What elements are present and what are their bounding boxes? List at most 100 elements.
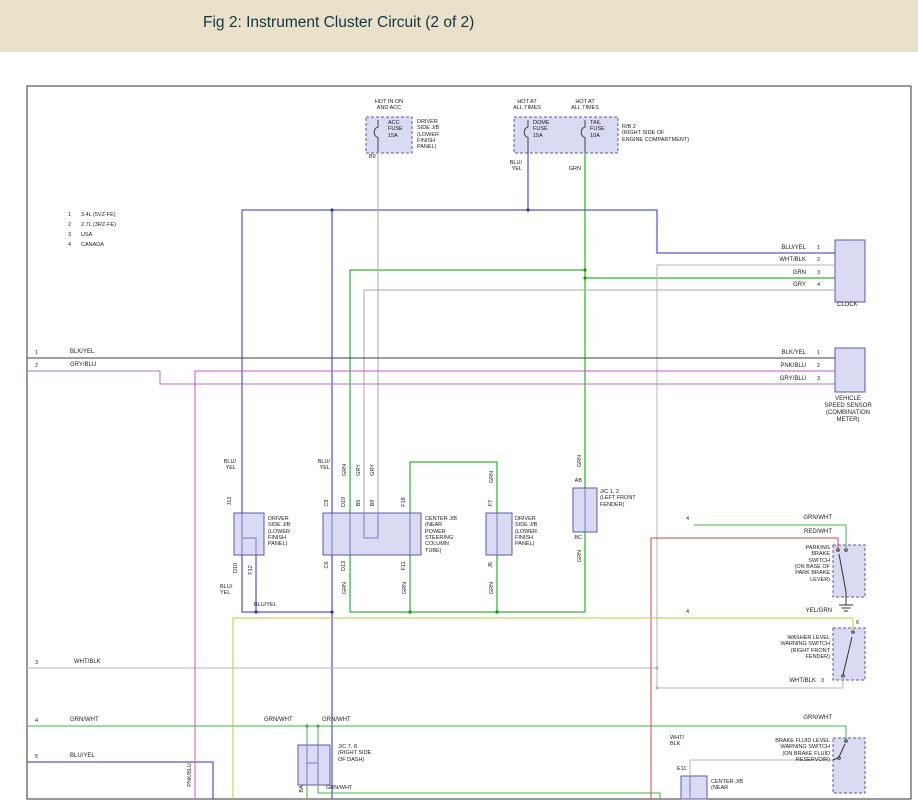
- grnwht-rail-label-2: GRN/WHT: [322, 717, 351, 724]
- bf-label: BRAKE FLUID LEVEL WARNING SWITCH (ON BRA…: [775, 738, 830, 763]
- washer-wire-label: YEL/GRN: [806, 608, 832, 615]
- left-wire-5: BLU/YEL: [70, 753, 95, 760]
- j12-wire-label: BLU/ YEL: [224, 459, 236, 472]
- ground-symbol: [839, 597, 853, 611]
- driver-jb2-box: [486, 513, 512, 555]
- junction-dot: [526, 208, 529, 211]
- left-pin-5: 5: [35, 754, 38, 760]
- legend-text-4: CANADA: [81, 242, 104, 248]
- vss-label: VEHICLE SPEED SENSOR (COMBINATION METER): [824, 396, 871, 424]
- wire-vss-gryblu: [27, 371, 835, 384]
- ba-pin-label: BA: [299, 785, 305, 792]
- junction-dot: [655, 686, 658, 689]
- wire-f18-f7-loop: [410, 462, 497, 513]
- ab-wire-label: GRN: [577, 455, 583, 467]
- washer-option-4: 4: [686, 609, 689, 615]
- left-wire-3: WHT/BLK: [74, 659, 101, 666]
- washer-switch-box: [833, 628, 865, 680]
- junction-dot: [495, 610, 498, 613]
- vss-pin-1: 1: [817, 350, 820, 356]
- left-pin-2: 2: [35, 363, 38, 369]
- hot-tail-label: HOT AT ALL TIMES: [571, 99, 599, 112]
- left-wire-1: BLK/YEL: [70, 349, 94, 356]
- center-jb-label: CENTER J/B (NEAR POWER STEERING COLUMN T…: [425, 516, 457, 554]
- j6-wire-label: GRN: [489, 582, 495, 594]
- j6-pin-label: J6: [488, 562, 494, 568]
- jc12-label: J/C 1, 2 (LEFT FRONT FENDER): [600, 489, 636, 508]
- clock-wire-3: GRN: [793, 270, 806, 277]
- wire-vss-pnkblu: [195, 371, 835, 799]
- acc-jb-label: DRIVER SIDE J/B (LOWER FINISH PANEL): [417, 119, 439, 151]
- c8-wire-label: BLU/ YEL: [318, 459, 330, 472]
- tail-fuse-label: TAIL FUSE 10A: [590, 120, 605, 139]
- grnwht-rail-label-1: GRN/WHT: [264, 717, 293, 724]
- park-wire-label: GRN/WHT: [803, 515, 832, 522]
- center-jb3-box: [681, 776, 707, 799]
- washer-label: WASHER LEVEL WARNING SWITCH (RIGHT FRONT…: [780, 635, 830, 660]
- d13-pin-label: D13: [341, 561, 347, 571]
- jc78-box: [298, 745, 330, 785]
- wire-d19-feed: [350, 270, 585, 513]
- driver-jb2-label: DRIVER SIDE J/B (LOWER FINISH PANEL): [515, 516, 537, 548]
- junction-dot: [330, 208, 333, 211]
- wire-dome-fuse-feed: [242, 152, 528, 513]
- park-wire2-label: RED/WHT: [804, 529, 832, 536]
- left-pin-4: 4: [35, 718, 38, 724]
- grnwht-bottom-label: GRN/WHT: [326, 785, 352, 791]
- legend-num-3: 3: [68, 232, 71, 238]
- f12-pin-label: F12: [248, 565, 254, 574]
- washer-wire2-label: WHT/BLK: [789, 678, 816, 685]
- wire-left5-bluyel: [27, 762, 213, 799]
- hot-acc-label: HOT IN ON AND ACC: [375, 99, 403, 112]
- vss-pin-3: 3: [817, 376, 820, 382]
- wire-whtblk-trunk: [657, 265, 835, 688]
- clock-wire-1: BLU/YEL: [781, 245, 806, 252]
- b5-pin-label: B5: [356, 500, 362, 507]
- clock-pin-1: 1: [817, 245, 820, 251]
- parking-brake-switch-box: [833, 545, 865, 597]
- left-pin-3: 3: [35, 660, 38, 666]
- junction-dot: [330, 610, 333, 613]
- junction-dot: [655, 666, 658, 669]
- washer-pin-6: 6: [856, 620, 859, 626]
- junction-dot: [583, 276, 586, 279]
- legend-text-1: 3.4L (5VZ-FE): [81, 212, 116, 218]
- d10-pin-label: D10: [233, 563, 239, 573]
- wiring-diagram: HOT IN ON AND ACC ACC FUSE 15A DRIVER SIDE…: [0, 0, 918, 810]
- vss-box: [835, 348, 865, 392]
- wire-label-dome-bluyel: BLU/ YEL: [510, 160, 522, 173]
- clock-label: CLOCK: [837, 302, 858, 309]
- wiring-svg: [0, 0, 918, 810]
- clock-wire-2: WHT/BLK: [779, 257, 806, 264]
- bc-pin-label: BC: [574, 535, 582, 541]
- clock-pin-2: 2: [817, 257, 820, 263]
- b9-pin-label: B9: [370, 500, 376, 507]
- bc-wire-label: GRN: [577, 550, 583, 562]
- f7-pin-label: F7: [488, 500, 494, 506]
- acc-fuse-label: ACC FUSE 15A: [388, 120, 403, 139]
- park-option-4: 4: [686, 516, 689, 522]
- wire-bf-grnwht-rail: [27, 726, 846, 741]
- wire-jc78-out: [318, 785, 660, 799]
- c8-pin-label: C8: [324, 499, 330, 506]
- d13-wire-label: GRN: [342, 582, 348, 594]
- legend-num-2: 2: [68, 222, 71, 228]
- bf-wire2-label: WHT/ BLK: [670, 735, 684, 748]
- vss-pin-2: 2: [817, 363, 820, 369]
- clock-pin-4: 4: [817, 282, 820, 288]
- f18-pin-label: F18: [401, 497, 407, 506]
- diagram-border: [27, 86, 911, 799]
- washer-pin-3: 3: [821, 678, 824, 684]
- junction-dot: [583, 268, 586, 271]
- driver-jb1-label: DRIVER SIDE J/B (LOWER FINISH PANEL): [268, 516, 290, 548]
- b5-wire-label: GRY: [356, 464, 362, 476]
- hot-dome-label: HOT AT ALL TIMES: [513, 99, 541, 112]
- d19-wire-label: GRN: [342, 464, 348, 476]
- d10-wire-label: BLU/ YEL: [220, 584, 232, 597]
- b9-wire-label: GRY: [370, 464, 376, 476]
- junction-dot: [305, 724, 308, 727]
- legend-num-4: 4: [68, 242, 71, 248]
- acc-pin-b9-label: B9: [369, 154, 376, 160]
- left-wire-2: GRY/BLU: [70, 362, 96, 369]
- dome-fuse-label: DOME FUSE 15A: [533, 120, 550, 139]
